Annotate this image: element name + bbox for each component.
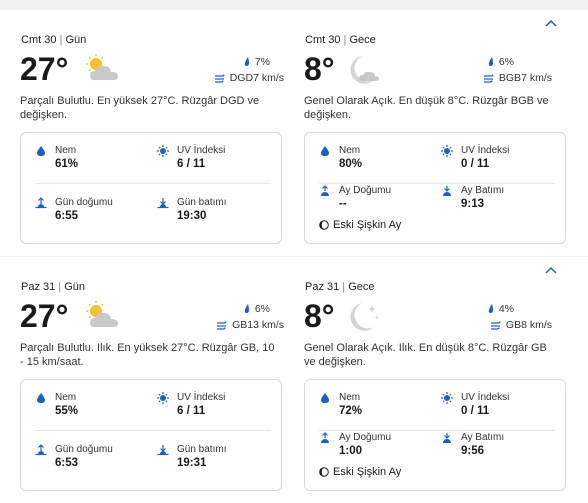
sun-icon	[157, 145, 169, 157]
precipitation: 7%	[243, 56, 270, 68]
raindrop-icon	[244, 57, 249, 67]
moonrise-icon	[321, 432, 329, 443]
divider	[319, 430, 555, 431]
wind: GB8 km/s	[490, 319, 552, 331]
moon-phase-icon	[319, 220, 329, 230]
partly-cloudy-icon	[82, 301, 122, 331]
sun-icon	[157, 392, 169, 404]
forecast-day-row: Cmt 30 | Gün 27° 7% DGD7 km/s Parçalı Bu…	[0, 10, 588, 256]
humidity-icon	[37, 393, 45, 403]
forecast-summary: Genel Olarak Açık. En düşük 8°C. Rüzgâr …	[304, 95, 549, 121]
period-label: Paz 31 | Gece	[305, 281, 375, 293]
day-forecast-panel: Cmt 30 | Gün 27° 7% DGD7 km/s Parçalı Bu…	[0, 10, 284, 256]
details-card: Nem 55% UV İndeksi 6 / 11 Gün doğumu 6:5…	[20, 379, 282, 491]
wind: DGD7 km/s	[214, 72, 284, 84]
sun-icon	[441, 392, 453, 404]
day-forecast-panel: Paz 31 | Gün 27° 6% GB13 km/s Parçalı Bu…	[0, 257, 284, 503]
forecast-summary: Parçalı Bulutlu. Ilık. En yüksek 27°C. R…	[20, 342, 275, 368]
moonset-icon	[443, 433, 451, 443]
clear-night-icon	[344, 301, 384, 331]
temperature: 27°	[20, 298, 69, 334]
sun-icon	[441, 145, 453, 157]
moonrise-icon	[321, 185, 329, 196]
details-card: Nem 61% UV İndeksi 6 / 11 Gün doğumu 6:5…	[20, 132, 282, 244]
temperature: 8°	[304, 51, 335, 87]
night-forecast-panel: Paz 31 | Gece 8° 4% GB8 km/s Genel Olara…	[284, 257, 568, 503]
sunset-icon	[157, 445, 169, 456]
collapse-chevron-icon[interactable]	[544, 265, 558, 275]
moonset-icon	[443, 186, 451, 196]
precipitation: 6%	[243, 303, 270, 315]
wind-icon	[490, 321, 501, 330]
sunset-icon	[157, 198, 169, 209]
moon-phase-icon	[319, 467, 329, 477]
sunrise-icon	[35, 197, 47, 209]
precipitation: 6%	[487, 56, 514, 68]
forecast-summary: Parçalı Bulutlu. En yüksek 27°C. Rüzgâr …	[20, 95, 260, 121]
divider	[319, 183, 555, 184]
forecast-day-row: Paz 31 | Gün 27° 6% GB13 km/s Parçalı Bu…	[0, 257, 588, 503]
daily-forecast-page: Cmt 30 | Gün 27° 7% DGD7 km/s Parçalı Bu…	[0, 0, 588, 503]
wind-icon	[217, 321, 227, 330]
details-card: Nem 80% UV İndeksi 0 / 11 Ay Doğumu -- A…	[304, 132, 566, 244]
temperature: 8°	[304, 298, 335, 334]
period-label: Cmt 30 | Gün	[21, 34, 87, 46]
night-forecast-panel: Cmt 30 | Gece 8° 6% BGB7 km/s Genel Olar…	[284, 10, 568, 256]
temperature: 27°	[20, 51, 69, 87]
details-card: Nem 72% UV İndeksi 0 / 11 Ay Doğumu 1:00…	[304, 379, 566, 491]
wind: BGB7 km/s	[483, 72, 552, 84]
collapse-chevron-icon[interactable]	[544, 18, 558, 28]
divider	[35, 430, 271, 431]
humidity-icon	[321, 393, 329, 403]
humidity-icon	[321, 146, 329, 156]
wind-icon	[483, 74, 494, 83]
raindrop-icon	[488, 304, 493, 314]
mostly-clear-night-icon	[344, 54, 384, 84]
sunrise-icon	[35, 444, 47, 456]
wind: GB13 km/s	[216, 319, 284, 331]
raindrop-icon	[488, 57, 493, 67]
moon-phase: Eski Şişkin Ay	[319, 219, 401, 231]
divider	[35, 183, 271, 184]
forecast-summary: Genel Olarak Açık. Ilık. En düşük 8°C. R…	[304, 342, 547, 368]
humidity-icon	[37, 146, 45, 156]
precipitation: 4%	[487, 303, 514, 315]
period-label: Cmt 30 | Gece	[305, 34, 376, 46]
partly-cloudy-icon	[82, 54, 122, 84]
moon-phase: Eski Şişkin Ay	[319, 466, 401, 478]
raindrop-icon	[244, 304, 249, 314]
wind-icon	[214, 74, 225, 83]
period-label: Paz 31 | Gün	[21, 281, 86, 293]
